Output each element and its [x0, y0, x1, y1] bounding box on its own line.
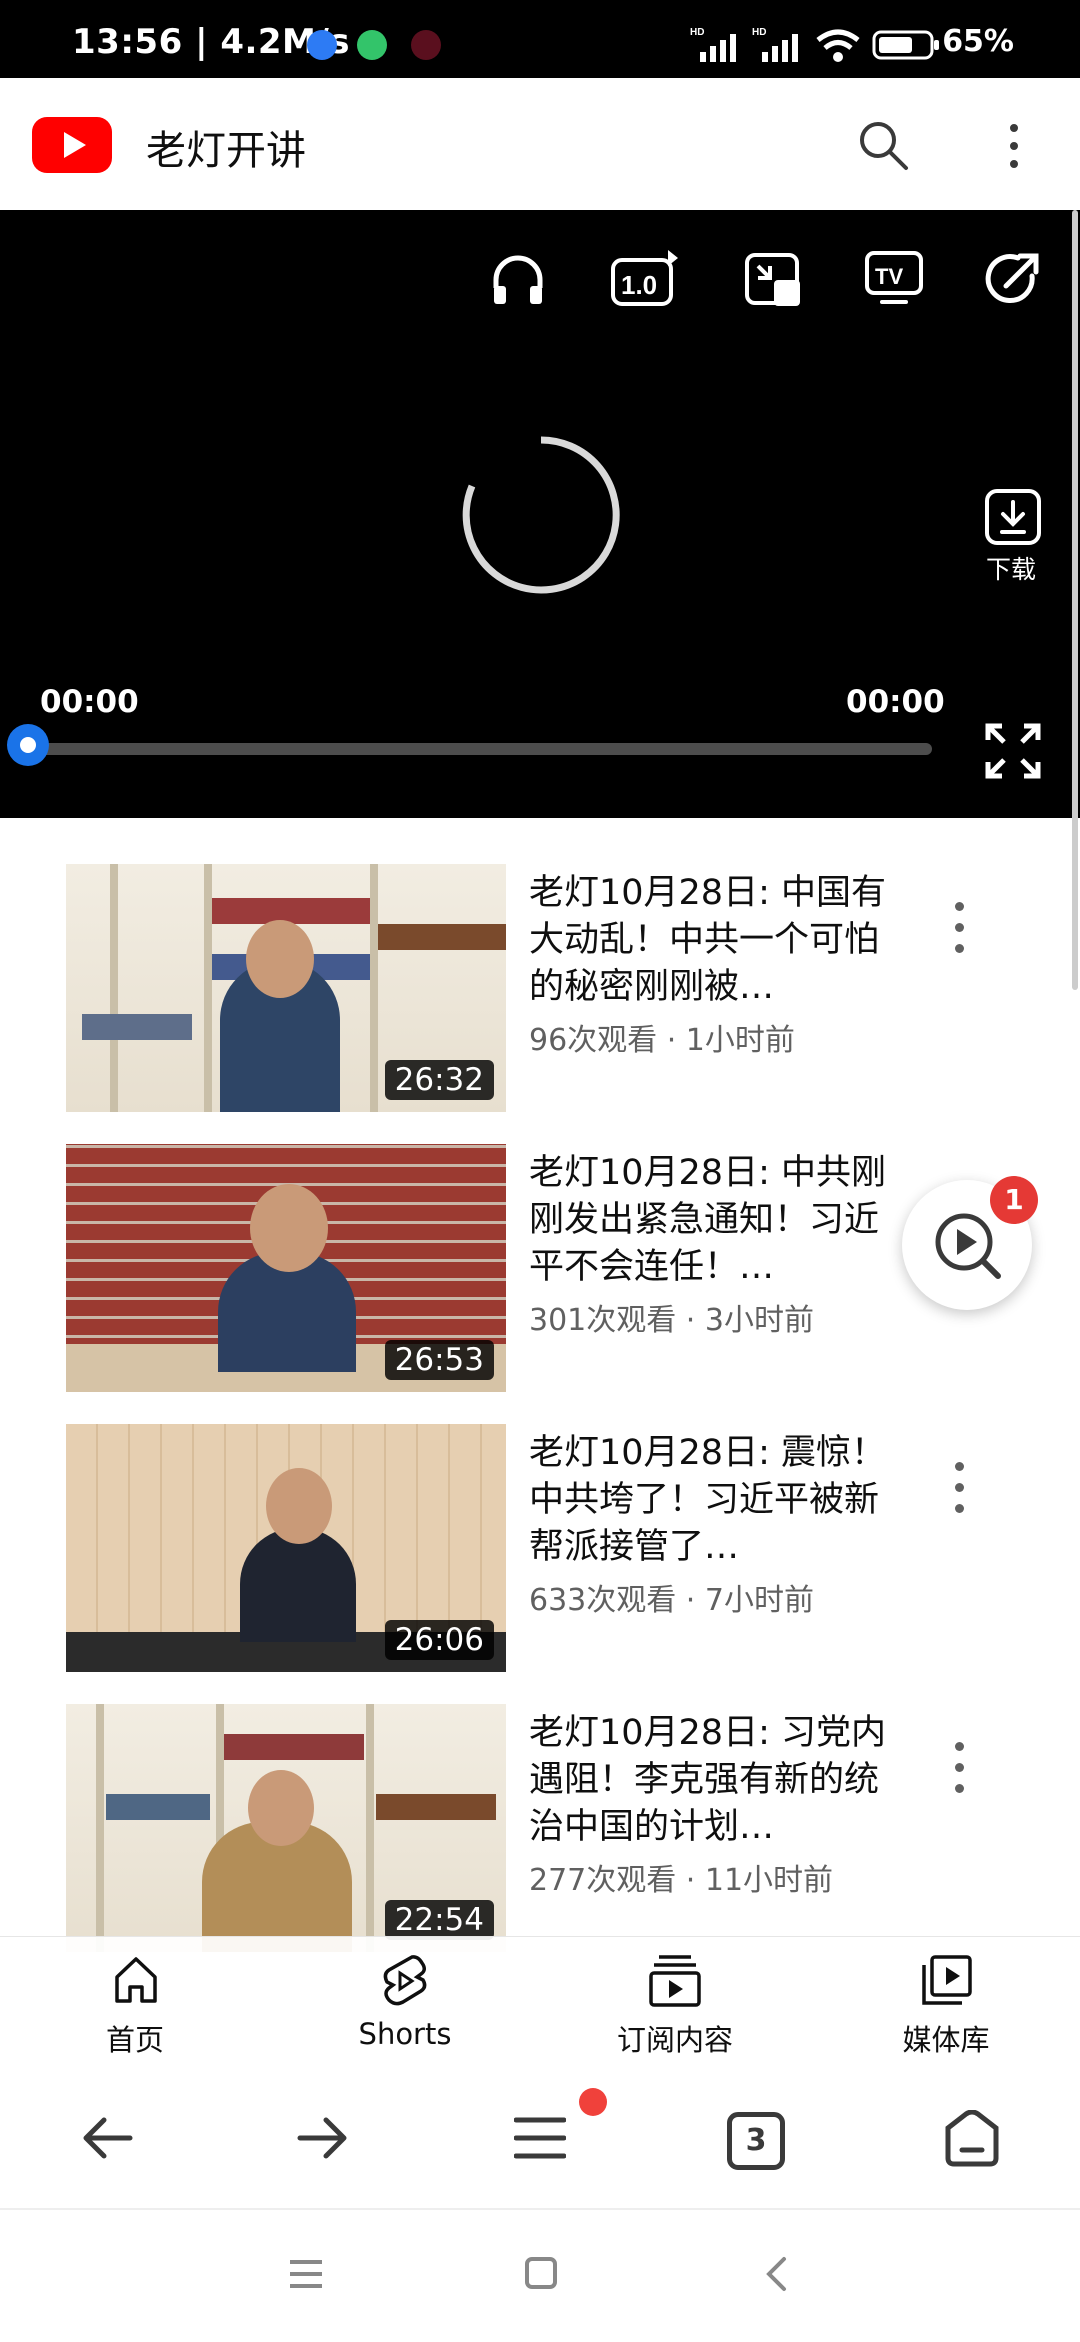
hd-signal-icon: HD	[752, 27, 798, 62]
download-label: 下载	[986, 555, 1037, 584]
forward-arrow-icon[interactable]	[296, 2114, 348, 2162]
battery-percent: 65%	[942, 24, 1014, 59]
menu-notification-dot	[579, 2088, 607, 2116]
video-duration: 26:32	[384, 1060, 494, 1100]
video-thumbnail[interactable]: 22:54	[66, 1704, 506, 1952]
video-duration: 22:54	[384, 1900, 494, 1940]
tab-label: Shorts	[358, 2017, 452, 2051]
share-icon[interactable]	[984, 250, 1044, 310]
tab-count: 3	[745, 2123, 767, 2158]
headphones-icon[interactable]	[488, 250, 548, 310]
video-title[interactable]: 老灯10月28日: 中国有大动乱！中共一个可怕的秘密刚刚被…	[529, 870, 889, 1011]
svg-text:HD: HD	[690, 27, 704, 38]
notification-badge: 1	[990, 1176, 1038, 1224]
system-nav-bar	[0, 2208, 1080, 2342]
progress-knob[interactable]	[7, 724, 49, 766]
tabs-count-button[interactable]: 3	[727, 2112, 785, 2170]
channel-title: 老灯开讲	[146, 128, 306, 174]
loading-spinner-icon	[462, 436, 620, 594]
fullscreen-icon[interactable]	[984, 722, 1042, 780]
video-search-icon	[935, 1213, 1001, 1279]
video-title[interactable]: 老灯10月28日: 震惊！中共垮了！习近平被新帮派接管了…	[529, 1430, 889, 1571]
library-icon	[922, 1955, 972, 2005]
subscriptions-icon	[649, 1955, 701, 2007]
more-vert-icon[interactable]	[946, 898, 974, 958]
video-duration: 26:06	[384, 1620, 494, 1660]
home-nav-icon[interactable]	[524, 2256, 558, 2290]
app-icon	[411, 30, 441, 60]
video-duration: 26:53	[384, 1340, 494, 1380]
more-vert-icon[interactable]	[1006, 122, 1022, 172]
tab-subscriptions[interactable]: 订阅内容	[585, 1937, 765, 2069]
svg-text:HD: HD	[752, 27, 766, 38]
more-vert-icon[interactable]	[946, 1738, 974, 1798]
video-title[interactable]: 老灯10月28日: 中共刚刚发出紧急通知！习近平不会连任！…	[529, 1150, 889, 1291]
browser-home-icon[interactable]	[942, 2110, 1002, 2168]
tab-label: 媒体库	[902, 2023, 990, 2057]
playback-speed-icon[interactable]: 1.0	[610, 250, 680, 310]
video-thumbnail[interactable]: 26:53	[66, 1144, 506, 1392]
svg-text:TV: TV	[875, 264, 903, 289]
menu-icon[interactable]	[514, 2116, 566, 2160]
bottom-tab-bar: 首页 Shorts 订阅内容 媒体库	[0, 1936, 1080, 2069]
video-meta: 277次观看 · 11小时前	[529, 1863, 834, 1898]
video-item[interactable]: 26:32 老灯10月28日: 中国有大动乱！中共一个可怕的秘密刚刚被… 96次…	[0, 846, 1080, 1126]
svg-text:1.0: 1.0	[621, 270, 657, 300]
battery-icon	[872, 30, 939, 60]
video-meta: 633次观看 · 7小时前	[529, 1583, 814, 1618]
current-time: 00:00	[40, 684, 139, 720]
search-icon[interactable]	[856, 118, 910, 172]
status-bar: 13:56 | 4.2M/s HD HD 65%	[0, 0, 1080, 78]
tab-shorts[interactable]: Shorts	[315, 1937, 495, 2069]
browser-toolbar: 3	[0, 2068, 1080, 2208]
home-icon	[115, 1957, 157, 2003]
video-player[interactable]: 1.0 TV 下载 00:00 00:00	[0, 210, 1080, 818]
scrollbar[interactable]	[1072, 210, 1078, 990]
tab-label: 首页	[105, 2023, 164, 2057]
more-vert-icon[interactable]	[946, 1458, 974, 1518]
recent-apps-icon[interactable]	[288, 2258, 324, 2290]
kuaishou-icon	[307, 30, 337, 60]
video-item[interactable]: 22:54 老灯10月28日: 习党内遇阻！李克强有新的统治中国的计划… 277…	[0, 1686, 1080, 1966]
total-time: 00:00	[846, 684, 945, 720]
video-item[interactable]: 26:06 老灯10月28日: 震惊！中共垮了！习近平被新帮派接管了… 633次…	[0, 1406, 1080, 1686]
hd-signal-icon: HD	[690, 27, 736, 62]
video-meta: 96次观看 · 1小时前	[529, 1023, 795, 1058]
wifi-icon	[816, 29, 860, 62]
tab-home[interactable]: 首页	[45, 1937, 225, 2069]
video-thumbnail[interactable]: 26:32	[66, 864, 506, 1112]
app-header: 老灯开讲	[0, 78, 1080, 210]
pip-icon[interactable]	[744, 252, 804, 310]
video-meta: 301次观看 · 3小时前	[529, 1303, 814, 1338]
tab-label: 订阅内容	[616, 2023, 733, 2057]
browser-icon	[357, 30, 387, 60]
video-thumbnail[interactable]: 26:06	[66, 1424, 506, 1672]
shorts-icon	[383, 1955, 427, 2006]
progress-track[interactable]	[30, 743, 932, 755]
back-nav-icon[interactable]	[764, 2256, 788, 2292]
tab-library[interactable]: 媒体库	[856, 1937, 1036, 2069]
youtube-logo[interactable]	[32, 117, 112, 173]
download-icon[interactable]	[984, 488, 1042, 546]
cast-tv-icon[interactable]: TV	[864, 250, 924, 310]
video-title[interactable]: 老灯10月28日: 习党内遇阻！李克强有新的统治中国的计划…	[529, 1710, 889, 1851]
back-arrow-icon[interactable]	[82, 2114, 134, 2162]
